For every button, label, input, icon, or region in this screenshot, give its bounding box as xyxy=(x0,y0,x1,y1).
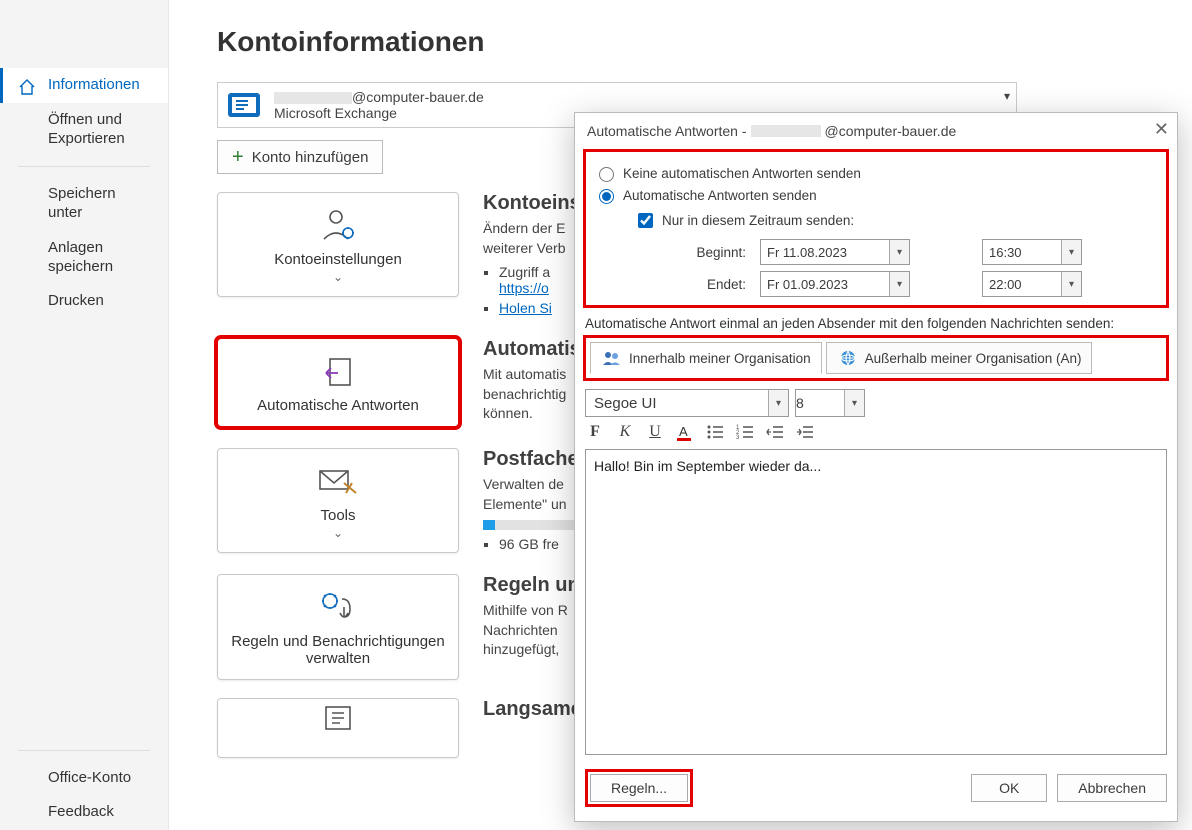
dialog-title: Automatische Antworten - @computer-bauer… xyxy=(575,113,1177,149)
checkbox-time-range-input[interactable] xyxy=(638,213,653,228)
chevron-down-icon: ▾ xyxy=(889,240,909,264)
underline-button[interactable]: U xyxy=(645,423,665,441)
sidebar: Informationen Öffnen und Exportieren Spe… xyxy=(0,0,169,830)
sidebar-item-label: Öffnen und Exportieren xyxy=(48,111,125,147)
begin-time-picker[interactable]: 16:30▾ xyxy=(982,239,1082,265)
bold-button[interactable]: F xyxy=(585,423,605,441)
add-account-label: Konto hinzufügen xyxy=(252,149,369,166)
exchange-icon xyxy=(226,87,262,123)
number-list-button[interactable]: 123 xyxy=(735,423,755,441)
owa-link[interactable]: https://o xyxy=(499,280,549,296)
sidebar-item-open-export[interactable]: Öffnen und Exportieren xyxy=(0,103,168,157)
automatic-replies-dialog: Automatische Antworten - @computer-bauer… xyxy=(574,112,1178,822)
begin-date-picker[interactable]: Fr 11.08.2023▾ xyxy=(760,239,910,265)
sidebar-item-office-account[interactable]: Office-Konto xyxy=(0,761,168,796)
sidebar-item-label: Office-Konto xyxy=(48,769,131,786)
home-icon xyxy=(18,78,36,96)
sidebar-item-label: Drucken xyxy=(48,292,104,309)
rules-button[interactable]: Regeln... xyxy=(590,774,688,802)
redacted-name xyxy=(751,125,821,137)
italic-button[interactable]: K xyxy=(615,423,635,441)
account-email: @computer-bauer.de xyxy=(274,89,1008,105)
font-color-button[interactable]: A xyxy=(675,423,695,441)
rules-button-highlight: Regeln... xyxy=(585,769,693,807)
sidebar-item-print[interactable]: Drucken xyxy=(0,284,168,319)
tab-outside-org[interactable]: Außerhalb meiner Organisation (An) xyxy=(826,342,1093,374)
sidebar-divider xyxy=(18,166,150,167)
globe-icon xyxy=(837,349,859,367)
card-label: Kontoeinstellungen xyxy=(226,251,450,268)
bullet-list-button[interactable] xyxy=(705,423,725,441)
indent-button[interactable] xyxy=(795,423,815,441)
plus-icon: + xyxy=(232,147,244,167)
sidebar-item-label: Informationen xyxy=(48,76,140,93)
radio-send-auto-reply[interactable]: Automatische Antworten senden xyxy=(594,186,1158,204)
people-icon xyxy=(601,349,623,367)
addins-icon xyxy=(320,703,356,733)
chevron-down-icon: ▾ xyxy=(1061,272,1081,296)
rules-icon xyxy=(316,587,360,627)
auto-reply-icon xyxy=(318,351,358,391)
sidebar-item-save-as[interactable]: Speichern unter xyxy=(0,177,168,231)
chevron-down-icon: ⌄ xyxy=(226,270,450,284)
person-gear-icon xyxy=(318,205,358,245)
tab-inside-org[interactable]: Innerhalb meiner Organisation xyxy=(590,342,822,374)
reply-editor[interactable]: Hallo! Bin im September wieder da... xyxy=(585,449,1167,755)
chevron-down-icon: ▾ xyxy=(844,390,864,416)
sidebar-item-attachments[interactable]: Anlagen speichern xyxy=(0,231,168,285)
card-automatic-replies[interactable]: Automatische Antworten xyxy=(217,338,459,427)
chevron-down-icon: ⌄ xyxy=(226,526,450,540)
cancel-button[interactable]: Abbrechen xyxy=(1057,774,1167,802)
card-label: Regeln und Benachrichtigungen verwalten xyxy=(226,633,450,667)
begin-label: Beginnt: xyxy=(644,245,754,260)
chevron-down-icon: ▾ xyxy=(768,390,788,416)
end-time-picker[interactable]: 22:00▾ xyxy=(982,271,1082,297)
sidebar-item-label: Feedback xyxy=(48,803,114,820)
sidebar-item-info[interactable]: Informationen xyxy=(0,68,168,103)
format-toolbar: F K U A 123 xyxy=(585,423,1167,441)
sidebar-divider xyxy=(18,750,150,751)
close-button[interactable]: ✕ xyxy=(1154,119,1169,140)
chevron-down-icon: ▾ xyxy=(1061,240,1081,264)
schedule-section: Keine automatischen Antworten senden Aut… xyxy=(583,149,1169,308)
outdent-button[interactable] xyxy=(765,423,785,441)
radio-send-auto-reply-input[interactable] xyxy=(599,189,614,204)
card-account-settings[interactable]: Kontoeinstellungen ⌄ xyxy=(217,192,459,297)
font-family-select[interactable]: Segoe UI▾ xyxy=(585,389,789,417)
card-label: Automatische Antworten xyxy=(226,397,450,414)
send-note: Automatische Antwort einmal an jeden Abs… xyxy=(585,316,1167,331)
ok-button[interactable]: OK xyxy=(971,774,1047,802)
reply-tabs: Innerhalb meiner Organisation Außerhalb … xyxy=(583,335,1169,381)
card-slow-addins[interactable] xyxy=(217,698,459,758)
get-app-link[interactable]: Holen Si xyxy=(499,300,552,316)
card-tools[interactable]: Tools ⌄ xyxy=(217,448,459,553)
radio-no-auto-reply-input[interactable] xyxy=(599,167,614,182)
end-date-picker[interactable]: Fr 01.09.2023▾ xyxy=(760,271,910,297)
card-rules[interactable]: Regeln und Benachrichtigungen verwalten xyxy=(217,574,459,680)
chevron-down-icon: ▾ xyxy=(1004,89,1010,103)
sidebar-item-feedback[interactable]: Feedback xyxy=(0,795,168,830)
sidebar-item-label: Speichern unter xyxy=(48,185,116,221)
page-title: Kontoinformationen xyxy=(217,26,1164,58)
redacted-name xyxy=(274,92,352,104)
svg-text:3: 3 xyxy=(736,435,740,441)
radio-no-auto-reply[interactable]: Keine automatischen Antworten senden xyxy=(594,164,1158,182)
svg-text:A: A xyxy=(679,424,688,439)
end-label: Endet: xyxy=(644,277,754,292)
mailbox-tools-icon xyxy=(316,463,360,499)
chevron-down-icon: ▾ xyxy=(889,272,909,296)
font-size-select[interactable]: 8▾ xyxy=(795,389,865,417)
checkbox-time-range[interactable]: Nur in diesem Zeitraum senden: xyxy=(634,210,1158,231)
sidebar-item-label: Anlagen speichern xyxy=(48,239,113,275)
add-account-button[interactable]: + Konto hinzufügen xyxy=(217,140,383,174)
card-label: Tools xyxy=(226,507,450,524)
